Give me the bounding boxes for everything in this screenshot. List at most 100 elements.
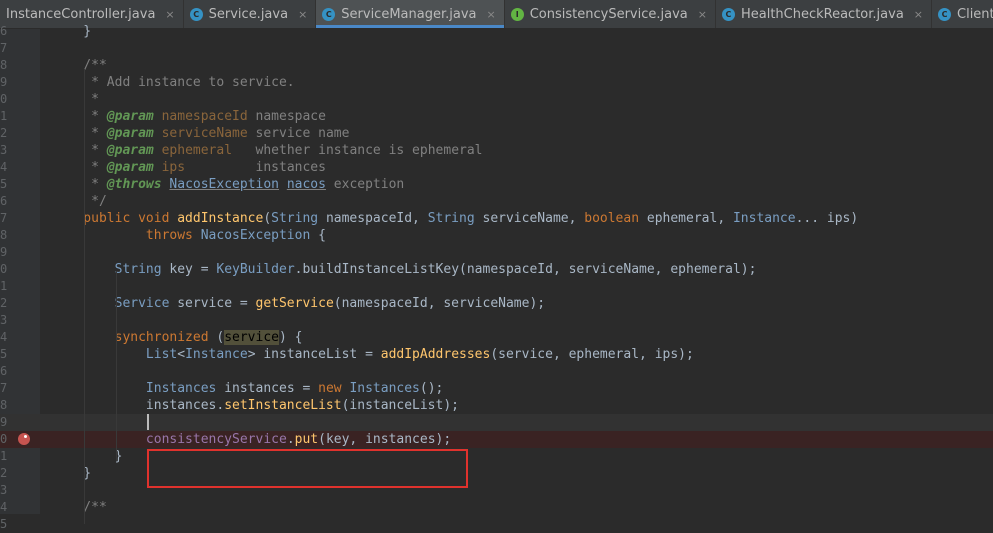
code-line[interactable]: 1: [0, 278, 993, 295]
line-number: 8: [0, 398, 8, 412]
code-token: service =: [169, 296, 256, 311]
line-number: 3: [0, 313, 8, 327]
code-token: consistencyService: [52, 432, 287, 447]
code-token: buildInstanceListKey(namespaceId, servic…: [302, 262, 757, 277]
code-line[interactable]: 2 * @param serviceName service name: [0, 125, 993, 142]
code-line[interactable]: 5 * @throws NacosException nacos excepti…: [0, 176, 993, 193]
code-token: service: [224, 330, 279, 345]
line-number: 2: [0, 466, 8, 480]
code-line[interactable]: 6 */: [0, 193, 993, 210]
code-text: Instances instances = new Instances();: [52, 380, 443, 397]
code-token: getService: [255, 296, 334, 311]
code-editor[interactable]: 6 } 7 8 /** 9 * Add instance to service. 0 *…: [0, 24, 993, 531]
code-line[interactable]: 3 * @param ephemeral whether instance is…: [0, 142, 993, 159]
line-number: 7: [0, 211, 8, 225]
line-number: 1: [0, 109, 8, 123]
class-file-icon: C: [938, 7, 951, 21]
code-line[interactable]: 5: [0, 516, 993, 533]
code-text: Service service = getService(namespaceId…: [52, 295, 546, 312]
code-token: nacos: [286, 177, 326, 192]
code-line[interactable]: 8 instances.setInstanceList(instanceList…: [0, 397, 993, 414]
code-token: throws: [52, 228, 201, 243]
code-text: /**: [52, 57, 107, 74]
code-token: (namespaceId, serviceName);: [333, 296, 546, 311]
tab-label: ClientBeatCheckTask.java: [957, 6, 993, 22]
code-token: Instance: [185, 347, 248, 362]
code-text: */: [52, 193, 107, 210]
code-token: exception: [325, 177, 405, 192]
code-token: *: [52, 92, 99, 107]
code-line[interactable]: 0 String key = KeyBuilder.buildInstanceL…: [0, 261, 993, 278]
code-line[interactable]: 8 /**: [0, 57, 993, 74]
code-token: ) {: [279, 330, 303, 345]
code-line[interactable]: 8 throws NacosException {: [0, 227, 993, 244]
code-token: put: [294, 432, 319, 447]
code-token: setInstanceList: [224, 398, 342, 413]
line-number: 5: [0, 177, 8, 191]
code-line[interactable]: 0 *: [0, 91, 993, 108]
code-line[interactable]: 9 * Add instance to service.: [0, 74, 993, 91]
code-line[interactable]: 6: [0, 363, 993, 380]
code-token: Instance: [732, 211, 796, 226]
code-text: * @param ips instances: [52, 159, 326, 176]
close-icon[interactable]: ×: [298, 8, 307, 21]
code-text: String key = KeyBuilder.buildInstanceLis…: [52, 261, 757, 278]
code-token: serviceName,: [474, 211, 585, 226]
code-text: consistencyService.put(key, instances);: [52, 431, 451, 448]
code-line[interactable]: 7 public void addInstance(String namespa…: [0, 210, 993, 227]
text-cursor: [147, 414, 149, 430]
code-text: }: [52, 465, 91, 482]
code-line[interactable]: 5 List<Instance> instanceList = addIpAdd…: [0, 346, 993, 363]
code-line[interactable]: 7: [0, 40, 993, 57]
code-token: NacosException: [169, 177, 279, 192]
close-icon[interactable]: ×: [698, 8, 707, 21]
code-token: instances =: [216, 381, 319, 396]
code-token: @param: [106, 143, 154, 158]
close-icon[interactable]: ×: [914, 8, 923, 21]
close-icon[interactable]: ×: [165, 8, 174, 21]
code-token: <: [177, 347, 186, 362]
code-text: List<Instance> instanceList = addIpAddre…: [52, 346, 694, 363]
code-token: key =: [161, 262, 217, 277]
code-token: KeyBuilder: [216, 262, 295, 277]
code-token: /**: [52, 58, 107, 73]
code-text: public void addInstance(String namespace…: [52, 210, 858, 227]
code-token: */: [52, 194, 107, 209]
code-line[interactable]: 9: [0, 244, 993, 261]
code-token: ... ips): [795, 211, 859, 226]
code-token: String: [427, 211, 475, 226]
line-number: 4: [0, 330, 8, 344]
code-line[interactable]: 7 Instances instances = new Instances();: [0, 380, 993, 397]
code-token: *: [52, 160, 107, 175]
code-line[interactable]: 2 Service service = getService(namespace…: [0, 295, 993, 312]
line-number: 0: [0, 92, 8, 106]
code-line[interactable]: 4 synchronized (service) {: [0, 329, 993, 346]
line-number: 1: [0, 449, 8, 463]
code-line[interactable]: 1 * @param namespaceId namespace: [0, 108, 993, 125]
code-line[interactable]: 4 /**: [0, 499, 993, 516]
code-token: List: [52, 347, 178, 362]
code-token: @throws: [106, 177, 162, 192]
code-token: namespace: [247, 109, 326, 124]
close-icon[interactable]: ×: [487, 8, 496, 21]
code-line[interactable]: 0 consistencyService.put(key, instances)…: [0, 431, 993, 448]
line-number: 9: [0, 75, 8, 89]
code-text: * @param serviceName service name: [52, 125, 349, 142]
code-token: @param: [106, 109, 154, 124]
line-number: 2: [0, 126, 8, 140]
code-token: *: [52, 126, 107, 141]
code-text: *: [52, 91, 99, 108]
line-number: 7: [0, 381, 8, 395]
code-line[interactable]: 3: [0, 312, 993, 329]
code-line[interactable]: 4 * @param ips instances: [0, 159, 993, 176]
indent-guide: [84, 69, 85, 524]
line-number: 9: [0, 245, 8, 259]
code-text: * Add instance to service.: [52, 74, 295, 91]
code-token: public void: [52, 211, 178, 226]
code-text: instances.setInstanceList(instanceList);: [52, 397, 459, 414]
code-token: Service: [52, 296, 170, 311]
breakpoint-icon[interactable]: [18, 433, 30, 445]
code-line[interactable]: 6 }: [0, 23, 993, 40]
code-token: * Add instance to service.: [52, 75, 295, 90]
